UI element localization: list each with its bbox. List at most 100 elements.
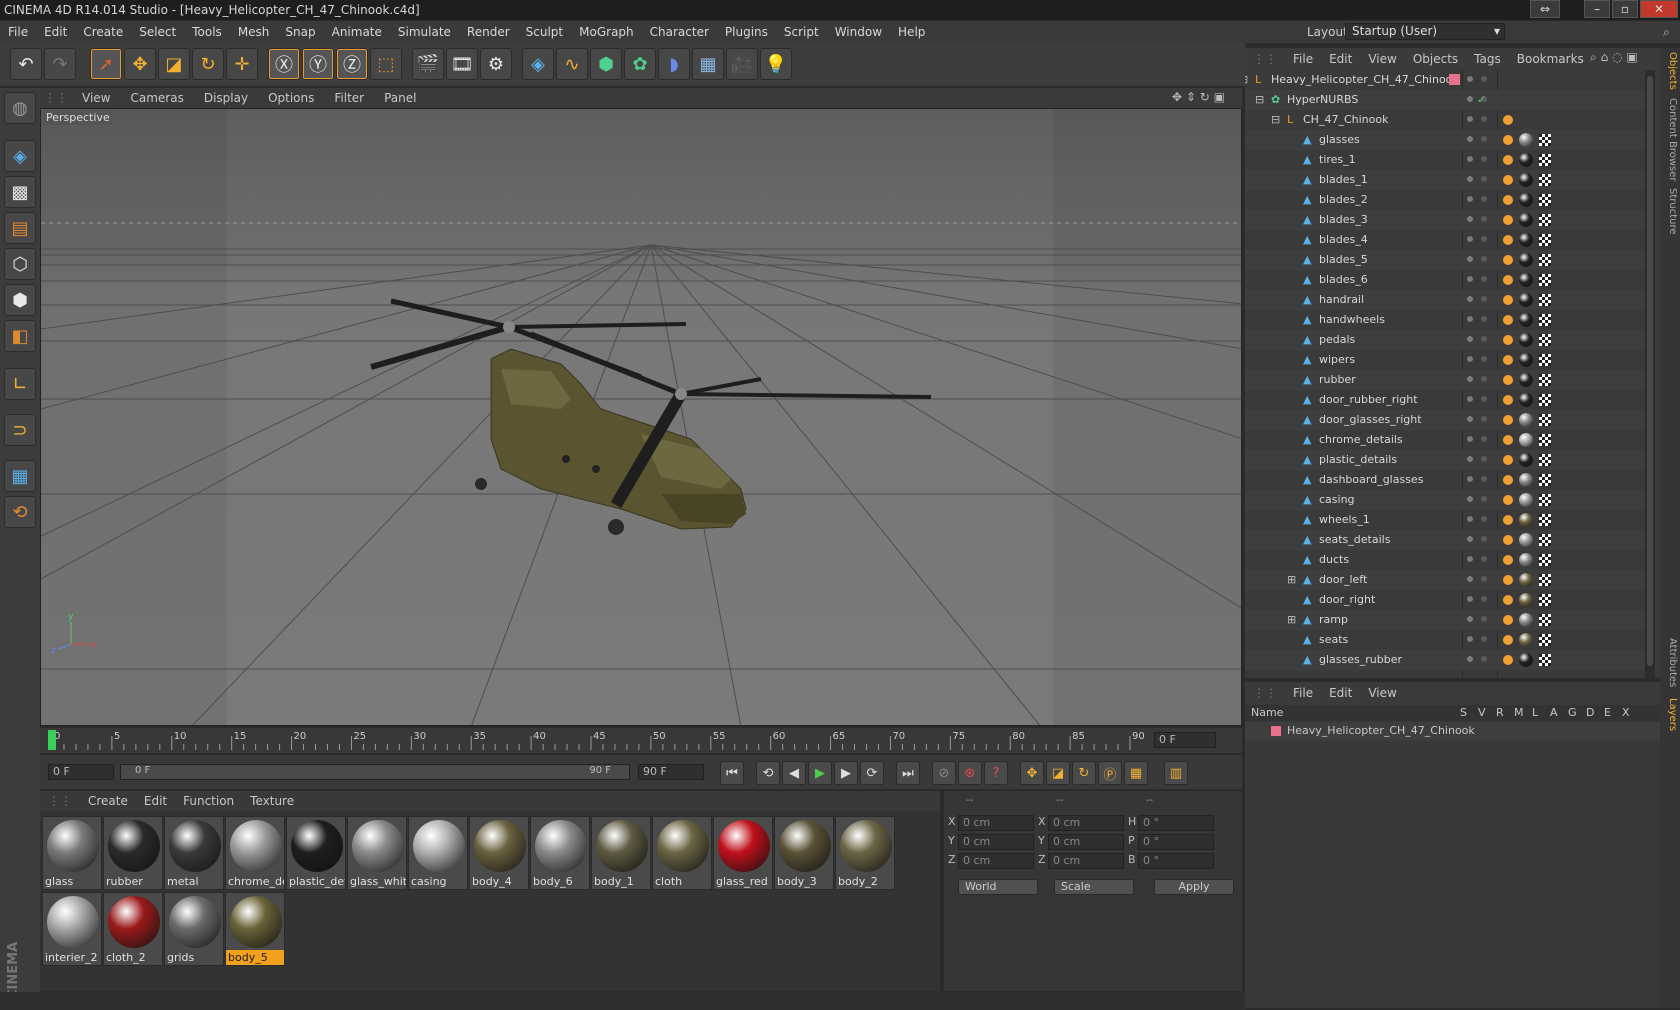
model-mode-icon[interactable]: ◈: [4, 140, 36, 172]
uvw-tag-icon[interactable]: [1539, 294, 1551, 306]
render-visibility-dot[interactable]: [1481, 616, 1487, 622]
deformer-icon[interactable]: ◗: [658, 48, 690, 80]
object-menu-edit[interactable]: Edit: [1321, 48, 1360, 70]
object-row[interactable]: ▲ door_glasses_right: [1245, 410, 1645, 430]
material-tag-icon[interactable]: [1519, 653, 1533, 667]
menu-mograph[interactable]: MoGraph: [571, 21, 642, 43]
object-row[interactable]: ▲ handwheels: [1245, 310, 1645, 330]
editor-visibility-dot[interactable]: [1467, 156, 1473, 162]
new-view-icon[interactable]: ▣: [1626, 50, 1637, 64]
goto-end-icon[interactable]: ⏭: [896, 761, 920, 785]
editor-visibility-dot[interactable]: [1467, 316, 1473, 322]
drag-handle-icon[interactable]: ⋮⋮: [40, 88, 72, 108]
menu-window[interactable]: Window: [827, 21, 890, 43]
object-row[interactable]: ⊟ L CH_47_Chinook: [1245, 110, 1645, 130]
object-menu-tags[interactable]: Tags: [1466, 48, 1509, 70]
layout-dropdown[interactable]: Startup (User) ▾: [1345, 23, 1505, 40]
workplane-lock-icon[interactable]: ▦: [4, 460, 36, 492]
render-visibility-dot[interactable]: [1481, 276, 1487, 282]
menu-tools[interactable]: Tools: [184, 21, 230, 43]
coord-field[interactable]: 0 °: [1138, 815, 1214, 831]
uvw-tag-icon[interactable]: [1539, 134, 1551, 146]
object-scrollbar[interactable]: [1645, 70, 1655, 678]
coord-field[interactable]: 0 cm: [1048, 853, 1124, 869]
render-visibility-dot[interactable]: [1481, 576, 1487, 582]
collapse-icon[interactable]: ⊟: [1271, 110, 1280, 130]
editor-visibility-dot[interactable]: [1467, 216, 1473, 222]
phong-tag-icon[interactable]: [1503, 395, 1513, 405]
layer-column-a[interactable]: A: [1550, 705, 1558, 721]
material-tag-icon[interactable]: [1519, 153, 1533, 167]
key-rotation-icon[interactable]: ↻: [1072, 761, 1096, 785]
uvw-tag-icon[interactable]: [1539, 174, 1551, 186]
editor-visibility-dot[interactable]: [1467, 236, 1473, 242]
viewport-menu-options[interactable]: Options: [258, 88, 324, 108]
coord-field[interactable]: 0 °: [1138, 834, 1214, 850]
uvw-tag-icon[interactable]: [1539, 654, 1551, 666]
texture-mode-icon[interactable]: ▩: [4, 176, 36, 208]
uvw-tag-icon[interactable]: [1539, 354, 1551, 366]
perspective-viewport[interactable]: y x z Perspective: [40, 108, 1242, 726]
key-position-icon[interactable]: ✥: [1020, 761, 1044, 785]
editor-visibility-dot[interactable]: [1467, 496, 1473, 502]
editor-visibility-dot[interactable]: [1467, 96, 1473, 102]
object-row[interactable]: ⊟ ✿ HyperNURBS ✓: [1245, 90, 1645, 110]
layer-column-l[interactable]: L: [1532, 705, 1538, 721]
material-plastic_det[interactable]: plastic_det: [286, 816, 346, 890]
object-row[interactable]: ▲ handrail: [1245, 290, 1645, 310]
key-scale-icon[interactable]: ◪: [1046, 761, 1070, 785]
phong-tag-icon[interactable]: [1503, 495, 1513, 505]
material-tag-icon[interactable]: [1519, 533, 1533, 547]
restore-arrows-button[interactable]: ⇔: [1530, 0, 1560, 18]
object-row[interactable]: ▲ blades_1: [1245, 170, 1645, 190]
material-casing[interactable]: casing: [408, 816, 468, 890]
phong-tag-icon[interactable]: [1503, 215, 1513, 225]
material-body_1[interactable]: body_1: [591, 816, 651, 890]
phong-tag-icon[interactable]: [1503, 575, 1513, 585]
render-visibility-dot[interactable]: [1481, 296, 1487, 302]
material-tag-icon[interactable]: [1519, 493, 1533, 507]
side-tab-structure[interactable]: Structure: [1662, 188, 1678, 235]
phong-tag-icon[interactable]: [1503, 315, 1513, 325]
render-visibility-dot[interactable]: [1481, 396, 1487, 402]
viewport-menu-view[interactable]: View: [72, 88, 120, 108]
start-frame-field[interactable]: 0 F: [48, 764, 114, 780]
uvw-tag-icon[interactable]: [1539, 274, 1551, 286]
filter-icon[interactable]: ◌: [1612, 50, 1622, 64]
uvw-tag-icon[interactable]: [1539, 554, 1551, 566]
object-row[interactable]: ▲ tires_1: [1245, 150, 1645, 170]
layer-column-d[interactable]: D: [1586, 705, 1594, 721]
material-tag-icon[interactable]: [1519, 613, 1533, 627]
material-tag-icon[interactable]: [1519, 513, 1533, 527]
menu-character[interactable]: Character: [642, 21, 717, 43]
material-tag-icon[interactable]: [1519, 413, 1533, 427]
phong-tag-icon[interactable]: [1503, 135, 1513, 145]
object-row[interactable]: ▲ blades_4: [1245, 230, 1645, 250]
coord-field[interactable]: 0 cm: [1048, 834, 1124, 850]
material-chrome_de[interactable]: chrome_de: [225, 816, 285, 890]
layer-menu-file[interactable]: File: [1285, 682, 1321, 704]
render-visibility-dot[interactable]: [1481, 76, 1487, 82]
x-axis-lock-icon[interactable]: Ⓧ: [268, 48, 300, 80]
phong-tag-icon[interactable]: [1503, 235, 1513, 245]
menu-sculpt[interactable]: Sculpt: [518, 21, 571, 43]
menu-file[interactable]: File: [0, 21, 36, 43]
render-visibility-dot[interactable]: [1481, 476, 1487, 482]
next-keyframe-icon[interactable]: ⟳: [860, 761, 884, 785]
menu-script[interactable]: Script: [776, 21, 827, 43]
polygons-mode-icon[interactable]: ◧: [4, 320, 36, 352]
object-row[interactable]: ▲ seats_details: [1245, 530, 1645, 550]
phong-tag-icon[interactable]: [1503, 155, 1513, 165]
search-icon[interactable]: ⌕: [1663, 21, 1670, 43]
home-icon[interactable]: ⌂: [1601, 50, 1609, 64]
object-menu-file[interactable]: File: [1285, 48, 1321, 70]
object-row[interactable]: ▲ wipers: [1245, 350, 1645, 370]
axis-mode-icon[interactable]: ∟: [4, 368, 36, 400]
uvw-tag-icon[interactable]: [1539, 394, 1551, 406]
z-axis-lock-icon[interactable]: Ⓩ: [336, 48, 368, 80]
uvw-tag-icon[interactable]: [1539, 454, 1551, 466]
material-body_5[interactable]: body_5: [225, 892, 285, 966]
rotate-icon[interactable]: ↻: [192, 48, 224, 80]
layer-column-g[interactable]: G: [1568, 705, 1577, 721]
menu-help[interactable]: Help: [890, 21, 933, 43]
